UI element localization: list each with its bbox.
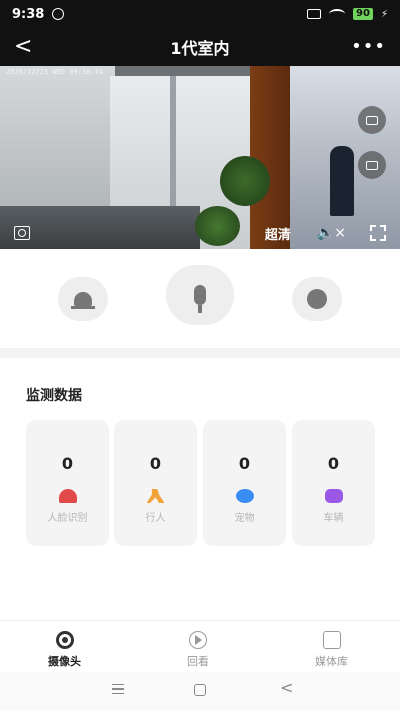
- card-label: 宠物: [234, 513, 255, 524]
- video-scene-plant: [220, 156, 270, 206]
- ptz-icon: [307, 289, 327, 309]
- video-scene-person: [330, 146, 354, 216]
- microphone-icon: [194, 285, 206, 313]
- mute-icon[interactable]: 🔈×: [317, 225, 346, 241]
- more-options-button[interactable]: •••: [351, 36, 386, 57]
- charging-icon: ⚡: [380, 8, 388, 20]
- system-nav-bar: <: [0, 672, 400, 711]
- paw-icon: [235, 489, 254, 503]
- card-face-recognition[interactable]: 0 人脸识别: [26, 420, 109, 546]
- live-video-view[interactable]: 2020/12/23 WED 09:38:14 超清 🔈×: [0, 66, 400, 249]
- video-record-icon: [366, 160, 378, 170]
- card-vehicle[interactable]: 0 车辆: [292, 420, 375, 546]
- sim-icon: [307, 9, 322, 19]
- status-icons: 90 ⚡: [307, 8, 388, 20]
- system-back-button[interactable]: <: [280, 678, 293, 697]
- recent-apps-button[interactable]: [112, 684, 124, 694]
- card-label: 行人: [145, 513, 166, 524]
- video-timestamp: 2020/12/23 WED 09:38:14: [6, 68, 103, 76]
- alarm-button[interactable]: [58, 277, 108, 321]
- tab-media-library[interactable]: 媒体库: [315, 631, 348, 669]
- title-bar: < 1代室内 •••: [0, 28, 400, 66]
- battery-icon: 90: [353, 8, 373, 20]
- playback-icon: [189, 631, 207, 649]
- tab-label: 摄像头: [48, 655, 81, 668]
- quality-button[interactable]: 超清: [265, 224, 291, 243]
- wifi-icon: [329, 9, 346, 19]
- media-library-icon: [322, 631, 341, 649]
- video-toolbar: 超清 🔈×: [0, 217, 400, 249]
- card-pedestrian[interactable]: 0 行人: [114, 420, 197, 546]
- talk-button[interactable]: [166, 265, 234, 325]
- tab-playback[interactable]: 回看: [187, 631, 209, 669]
- section-divider: [0, 348, 400, 358]
- screenshot-side-button[interactable]: [358, 106, 386, 134]
- tab-label: 回看: [187, 655, 209, 668]
- card-label: 车辆: [323, 513, 344, 524]
- page-title: 1代室内: [170, 39, 230, 58]
- monitor-cards: 0 人脸识别 0 行人 0 宠物 0 车辆: [26, 420, 376, 546]
- car-icon: [324, 489, 343, 503]
- ptz-button[interactable]: [292, 277, 342, 321]
- card-count: 0: [238, 454, 251, 473]
- pedestrian-icon: [146, 489, 165, 503]
- card-count: 0: [149, 454, 162, 473]
- tab-label: 媒体库: [315, 655, 348, 668]
- home-button[interactable]: [194, 684, 206, 696]
- record-side-button[interactable]: [358, 151, 386, 179]
- monitor-section-title: 监测数据: [26, 388, 82, 404]
- status-bar: 9:38 90 ⚡: [0, 0, 400, 28]
- control-buttons: [0, 265, 400, 335]
- bottom-tab-bar: 摄像头 回看 媒体库: [0, 620, 400, 672]
- fullscreen-icon[interactable]: [370, 225, 386, 241]
- tab-camera[interactable]: 摄像头: [48, 631, 81, 669]
- card-count: 0: [327, 454, 340, 473]
- status-time: 9:38: [12, 6, 45, 22]
- snapshot-icon[interactable]: [14, 226, 30, 240]
- card-label: 人脸识别: [47, 513, 88, 524]
- card-count: 0: [61, 454, 74, 473]
- camera-icon: [366, 115, 378, 125]
- card-pet[interactable]: 0 宠物: [203, 420, 286, 546]
- alarm-siren-icon: [71, 292, 95, 309]
- back-button[interactable]: <: [14, 34, 32, 59]
- camera-icon: [55, 631, 74, 649]
- face-icon: [58, 489, 77, 503]
- app-notification-icon: [52, 8, 65, 20]
